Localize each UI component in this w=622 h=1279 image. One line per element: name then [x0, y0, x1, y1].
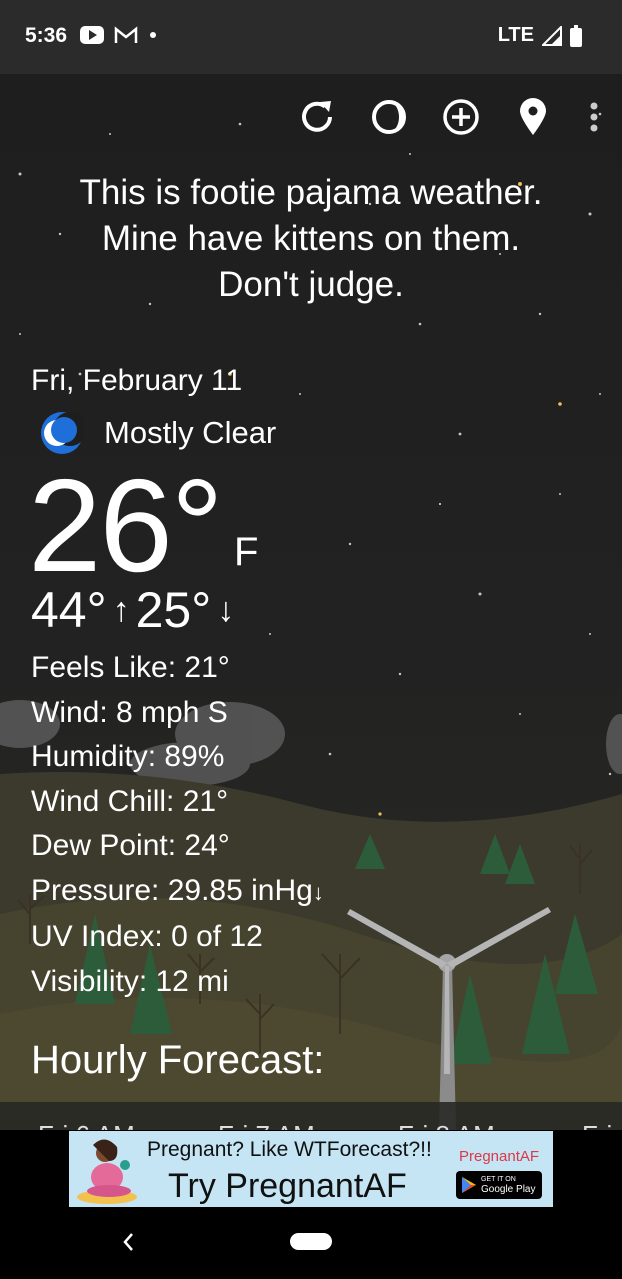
add-location-icon	[443, 99, 479, 135]
navigation-bar	[0, 1210, 622, 1279]
location-pin-icon	[520, 98, 546, 135]
high-temp: 44°	[31, 582, 107, 638]
visibility: Visibility: 12 mi	[31, 964, 229, 998]
status-right: LTE	[498, 24, 582, 47]
google-play-icon	[462, 1177, 476, 1193]
current-condition: Mostly Clear	[40, 410, 276, 456]
ad-brand: PregnantAF	[459, 1148, 540, 1165]
feels-like: Feels Like: 21°	[31, 651, 230, 684]
youtube-icon	[80, 26, 104, 44]
signal-icon	[542, 25, 562, 46]
weather-main[interactable]: This is footie pajama weather. Mine have…	[0, 74, 622, 1130]
humidity: Humidity: 89%	[31, 740, 225, 773]
overflow-menu-icon	[590, 102, 598, 132]
refresh-icon	[302, 101, 332, 132]
wind: Wind: 8 mph S	[31, 695, 228, 729]
battery-icon	[570, 24, 582, 47]
low-temp: 25°	[135, 582, 212, 638]
current-temperature: 26°	[28, 452, 224, 599]
network-label: LTE	[497, 24, 534, 46]
radar-icon	[372, 100, 406, 134]
quip-line: Don't judge.	[218, 265, 404, 304]
pressure-trend-icon: ↓	[312, 879, 324, 905]
ad-cta: Try PregnantAF	[168, 1167, 407, 1205]
play-bottom-text: Google Play	[481, 1184, 536, 1195]
overflow-menu-button[interactable]	[584, 96, 604, 138]
ad-headline: Pregnant? Like WTForecast?!!	[147, 1138, 432, 1161]
add-location-button[interactable]	[440, 96, 482, 138]
location-button[interactable]	[512, 96, 554, 138]
hour-label[interactable]: Fri	[582, 1120, 612, 1130]
weather-details: Feels Like: 21° Wind: 8 mph S Humidity: …	[31, 646, 324, 1004]
pregnant-woman-illustration	[69, 1131, 145, 1207]
dot-icon	[150, 32, 156, 38]
pressure: Pressure: 29.85 inHg↓	[31, 869, 324, 916]
quip-line: This is footie pajama weather.	[79, 173, 543, 212]
pressure-value: Pressure: 29.85 inHg	[31, 873, 313, 907]
dew-point: Dew Point: 24°	[31, 829, 230, 862]
hourly-forecast-title: Hourly Forecast:	[31, 1038, 325, 1082]
ad-area: Pregnant? Like WTForecast?!! PregnantAF …	[0, 1130, 622, 1210]
condition-label: Mostly Clear	[104, 415, 277, 450]
temperature-unit: F	[234, 530, 259, 574]
google-play-badge[interactable]: GET IT ON Google Play	[456, 1171, 542, 1199]
back-chevron-icon	[123, 1233, 133, 1251]
gmail-icon	[114, 26, 138, 43]
moon-icon	[41, 412, 84, 454]
ad-banner[interactable]: Pregnant? Like WTForecast?!! PregnantAF …	[69, 1131, 553, 1207]
up-arrow-icon: ↑	[112, 591, 130, 629]
status-bar: 5:36 LTE	[0, 0, 622, 74]
down-arrow-icon: ↓	[217, 591, 235, 629]
google-play-text: GET IT ON Google Play	[481, 1175, 535, 1195]
current-date: Fri, February 11	[31, 364, 243, 397]
refresh-button[interactable]	[296, 96, 338, 138]
back-button[interactable]	[120, 1228, 136, 1262]
notification-icons	[80, 26, 158, 44]
hour-label[interactable]: Fri 7 AM	[218, 1120, 315, 1130]
hour-label[interactable]: Fri 6 AM	[38, 1120, 135, 1130]
high-low: 44° ↑ 25° ↓	[31, 582, 234, 638]
wind-chill: Wind Chill: 21°	[31, 784, 229, 818]
status-time: 5:36	[25, 24, 68, 47]
home-pill-button[interactable]	[290, 1233, 332, 1250]
quip-line: Mine have kittens on them.	[101, 219, 521, 258]
weather-quip: This is footie pajama weather. Mine have…	[0, 170, 622, 308]
uv-index: UV Index: 0 of 12	[31, 920, 263, 953]
hour-label[interactable]: Fri 8 AM	[398, 1120, 495, 1130]
hourly-forecast-strip[interactable]: Fri 6 AM Fri 7 AM Fri 8 AM Fri	[0, 1102, 622, 1130]
radar-button[interactable]	[368, 96, 410, 138]
toolbar	[296, 96, 604, 138]
